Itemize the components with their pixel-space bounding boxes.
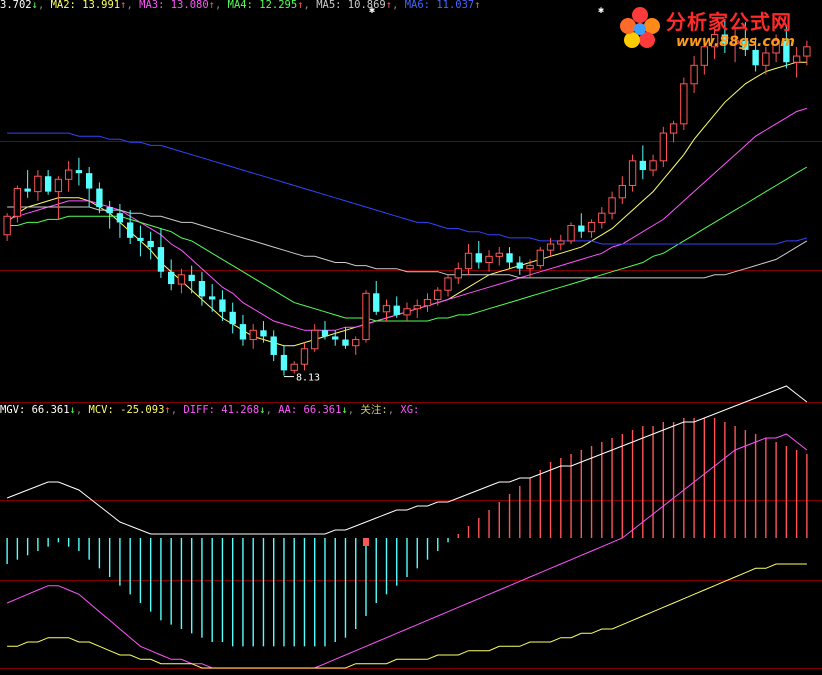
candle-up [557, 240, 565, 245]
candle-up [13, 188, 22, 217]
logo-url: www.88gs.com [676, 34, 795, 50]
candle-up [382, 305, 391, 313]
candle-up [618, 184, 626, 199]
low-price-label: 8.13 [296, 373, 320, 384]
candle-down [393, 305, 400, 315]
candle-down [75, 170, 83, 174]
candle-up [680, 83, 688, 125]
candle-down [198, 280, 206, 297]
candle-down [506, 253, 513, 263]
candle-up [362, 292, 370, 341]
candle-down [96, 188, 103, 208]
ma-line-ma5 [7, 206, 808, 279]
candle-up [567, 225, 575, 242]
signal-marker [362, 538, 369, 546]
candle-up [485, 255, 493, 264]
candle-down [332, 336, 339, 340]
candle-down [475, 253, 482, 263]
candle-down [270, 336, 277, 355]
candle-down [137, 237, 144, 241]
candle-up [598, 212, 606, 223]
candle-down [639, 160, 647, 171]
candle-up [628, 160, 637, 186]
candle-down [219, 299, 226, 312]
star-icon: ✱ [369, 5, 375, 16]
candle-up [536, 249, 544, 267]
candle-up [690, 64, 698, 85]
candle-down [24, 188, 31, 192]
indicator-line-mgv [6, 385, 808, 535]
candle-down [167, 271, 175, 285]
candle-up [300, 348, 309, 365]
indicator-panel [6, 385, 808, 669]
candle-down [239, 324, 247, 340]
candle-down [116, 213, 124, 223]
candle-up [34, 175, 42, 193]
star-markers: ✱ ✱ [369, 5, 604, 16]
candle-up [434, 289, 442, 300]
candle-up [587, 221, 596, 233]
candle-up [669, 123, 678, 134]
candle-up [495, 252, 503, 257]
candle-down [280, 354, 288, 371]
candle-down [578, 225, 585, 232]
candle-up [413, 305, 421, 310]
flower-logo-icon [620, 7, 660, 48]
candle-up [3, 215, 11, 236]
candle-up [177, 274, 186, 285]
candle-down [321, 330, 329, 337]
candle-down [147, 240, 154, 248]
candle-up [454, 268, 462, 279]
candle-down [229, 311, 236, 325]
candle-up [54, 178, 63, 193]
candle-up [444, 277, 452, 291]
candle-down [85, 173, 93, 189]
price-panel: 8.13 [3, 19, 811, 384]
site-logo: 分析家公式网 www.88gs.com [616, 4, 816, 56]
candle-up [792, 55, 801, 63]
candle-down [188, 274, 195, 281]
candle-up [546, 243, 555, 251]
candle-down [209, 296, 216, 300]
candle-down [342, 339, 349, 346]
candle-down [516, 262, 523, 269]
candle-up [311, 329, 319, 350]
candle-down [106, 207, 113, 214]
candle-down [44, 176, 52, 192]
candle-up [649, 160, 657, 171]
candle-up [526, 265, 534, 270]
candle-down [157, 247, 165, 272]
candle-down [126, 222, 134, 238]
candle-up [659, 132, 668, 162]
indicator-line-mcv [7, 563, 807, 669]
candle-up [464, 252, 473, 270]
candle-up [64, 169, 73, 180]
candle-down [260, 330, 267, 337]
logo-name: 分析家公式网 [666, 10, 792, 34]
candle-up [290, 363, 298, 371]
candle-up [608, 197, 616, 214]
candle-down [373, 293, 380, 312]
candle-up [423, 298, 432, 307]
candle-up [403, 308, 411, 316]
star-icon: ✱ [598, 5, 604, 16]
chart-canvas: 8.13 ✱ ✱ [0, 5, 822, 669]
candle-up [249, 329, 257, 341]
candle-up [352, 339, 360, 347]
